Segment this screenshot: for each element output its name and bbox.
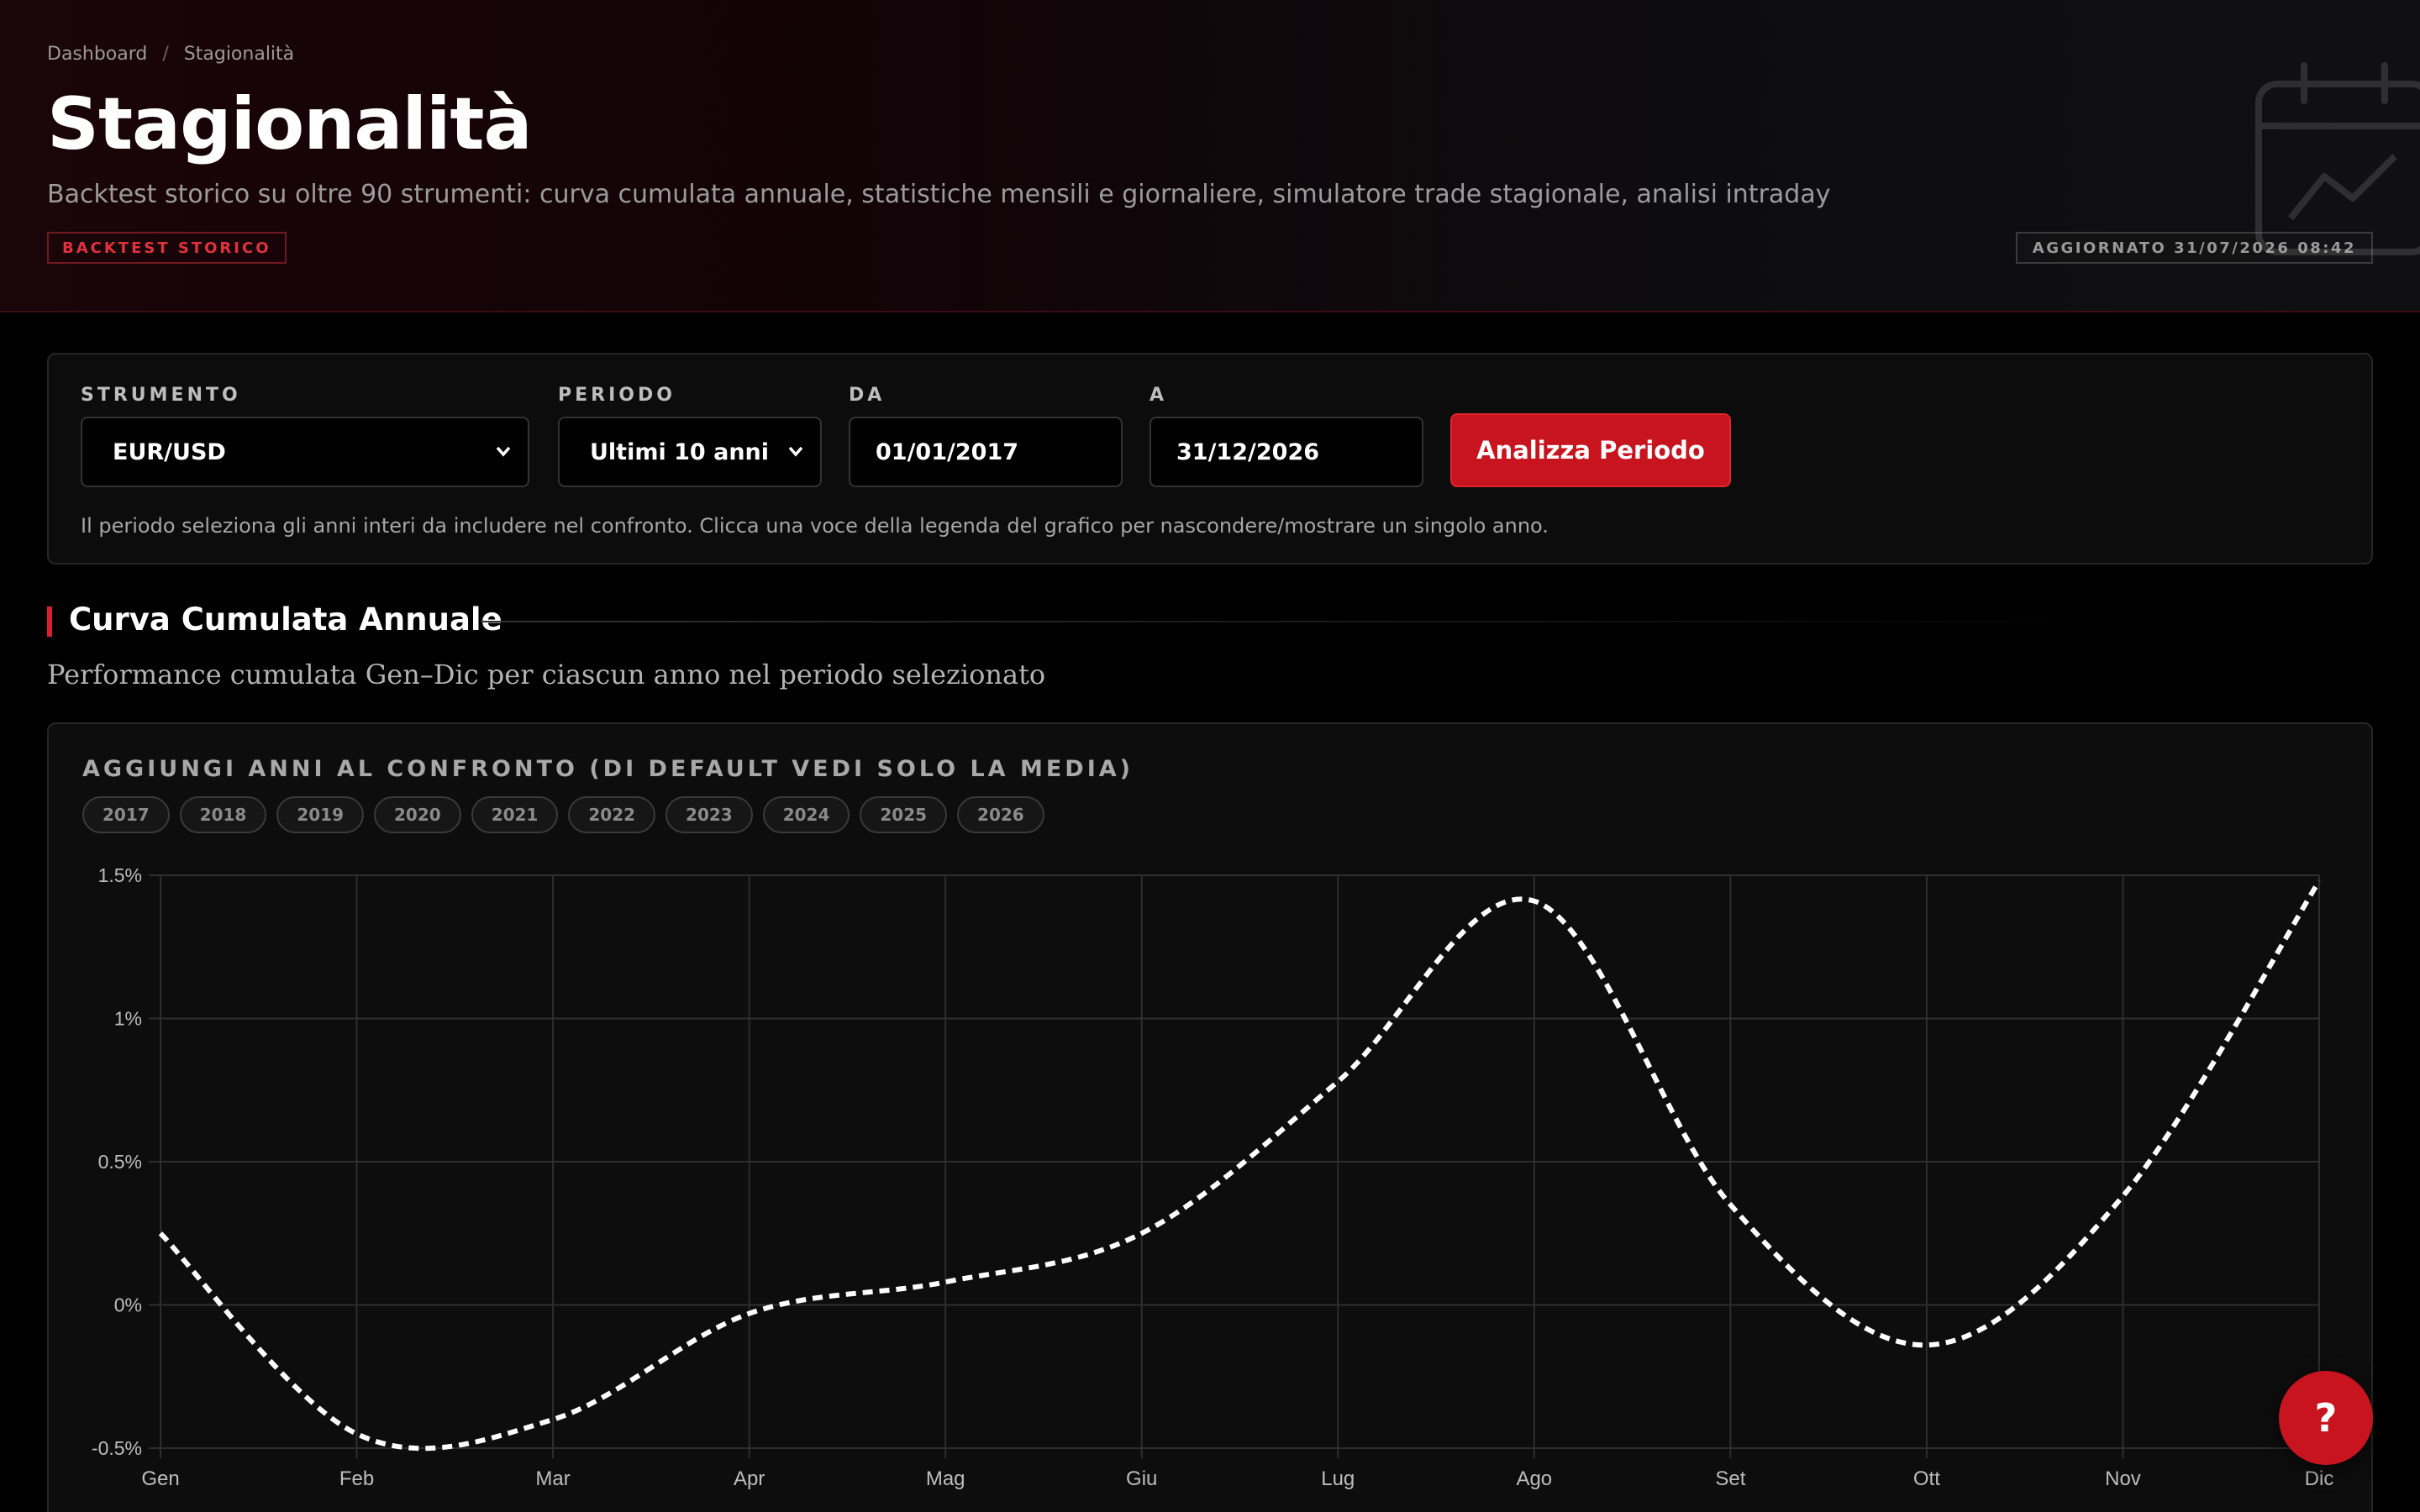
y-tick-label: 1.5% [98,864,142,886]
period-select[interactable]: Ultimi 10 anni [558,417,822,487]
average-data-point[interactable] [940,1277,950,1287]
average-data-point[interactable] [1725,1200,1735,1210]
chevron-down-icon [788,446,803,457]
x-tick-label: Apr [734,1467,765,1490]
page-header: Dashboard / Stagionalità Stagionalità Ba… [0,0,2420,312]
section-description: Performance cumulata Gen–Dic per ciascun… [47,659,1046,690]
section-divider [481,621,2161,622]
analyze-period-button[interactable]: Analizza Periodo [1450,413,1731,487]
average-data-point[interactable] [1333,1077,1343,1087]
filter-hint: Il periodo seleziona gli anni interi da … [81,514,1549,538]
backtest-badge: BACKTEST STORICO [47,232,287,264]
period-label: PERIODO [558,385,676,406]
from-date-value: 01/01/2017 [876,438,1019,465]
average-data-point[interactable] [744,1309,755,1319]
help-button[interactable]: ? [2279,1371,2373,1465]
instrument-select[interactable]: EUR/USD [81,417,529,487]
section-accent-bar [47,606,52,637]
x-tick-label: Ott [1913,1467,1940,1490]
average-data-point[interactable] [1922,1340,1932,1350]
x-tick-label: Gen [141,1467,179,1490]
y-tick-label: 0.5% [98,1151,142,1173]
to-date-input[interactable]: 31/12/2026 [1150,417,1423,487]
instrument-value: EUR/USD [113,438,226,465]
x-tick-label: Mar [535,1467,570,1490]
y-tick-label: -0.5% [92,1437,142,1459]
chart-card: AGGIUNGI ANNI AL CONFRONTO (DI DEFAULT V… [47,722,2373,1512]
from-date-label: DA [849,385,886,406]
page-title: Stagionalità [47,82,533,166]
x-tick-label: Mag [926,1467,965,1490]
average-data-point[interactable] [1529,896,1539,906]
x-tick-label: Giu [1126,1467,1157,1490]
filter-panel: STRUMENTO EUR/USD PERIODO Ultimi 10 anni… [47,353,2373,564]
instrument-label: STRUMENTO [81,385,241,406]
average-data-point[interactable] [548,1415,558,1425]
y-tick-label: 0% [114,1294,142,1316]
calendar-chart-icon [2255,62,2420,255]
cumulative-chart: -0.5% 0% 0.5% 1% 1.5% Gen Feb Mar Apr Mag Giu Lug Ag… [92,864,2334,1490]
section-title: Curva Cumulata Annuale [69,601,502,638]
to-date-value: 31/12/2026 [1176,438,1320,465]
x-tick-label: Set [1715,1467,1745,1490]
breadcrumb-dashboard-link[interactable]: Dashboard [47,44,147,65]
breadcrumb-current: Stagionalità [183,44,295,65]
x-tick-label: Feb [339,1467,374,1490]
y-tick-label: 1% [114,1008,142,1030]
breadcrumb-separator: / [162,44,169,65]
period-value: Ultimi 10 anni [590,438,770,465]
chevron-down-icon [496,446,511,457]
average-data-point[interactable] [352,1429,362,1439]
from-date-input[interactable]: 01/01/2017 [849,417,1123,487]
average-data-point[interactable] [2314,876,2324,886]
to-date-label: A [1150,385,1168,406]
x-tick-label: Lug [1321,1467,1355,1490]
x-tick-label: Nov [2105,1467,2141,1490]
x-tick-label: Dic [2305,1467,2334,1490]
average-series-line [158,879,2322,1452]
average-data-point[interactable] [1137,1228,1147,1238]
average-data-point[interactable] [155,1228,166,1238]
x-tick-label: Ago [1516,1467,1552,1490]
page-subtitle: Backtest storico su oltre 90 strumenti: … [47,180,1831,209]
breadcrumb: Dashboard / Stagionalità [47,44,294,65]
average-data-point[interactable] [2118,1191,2128,1201]
